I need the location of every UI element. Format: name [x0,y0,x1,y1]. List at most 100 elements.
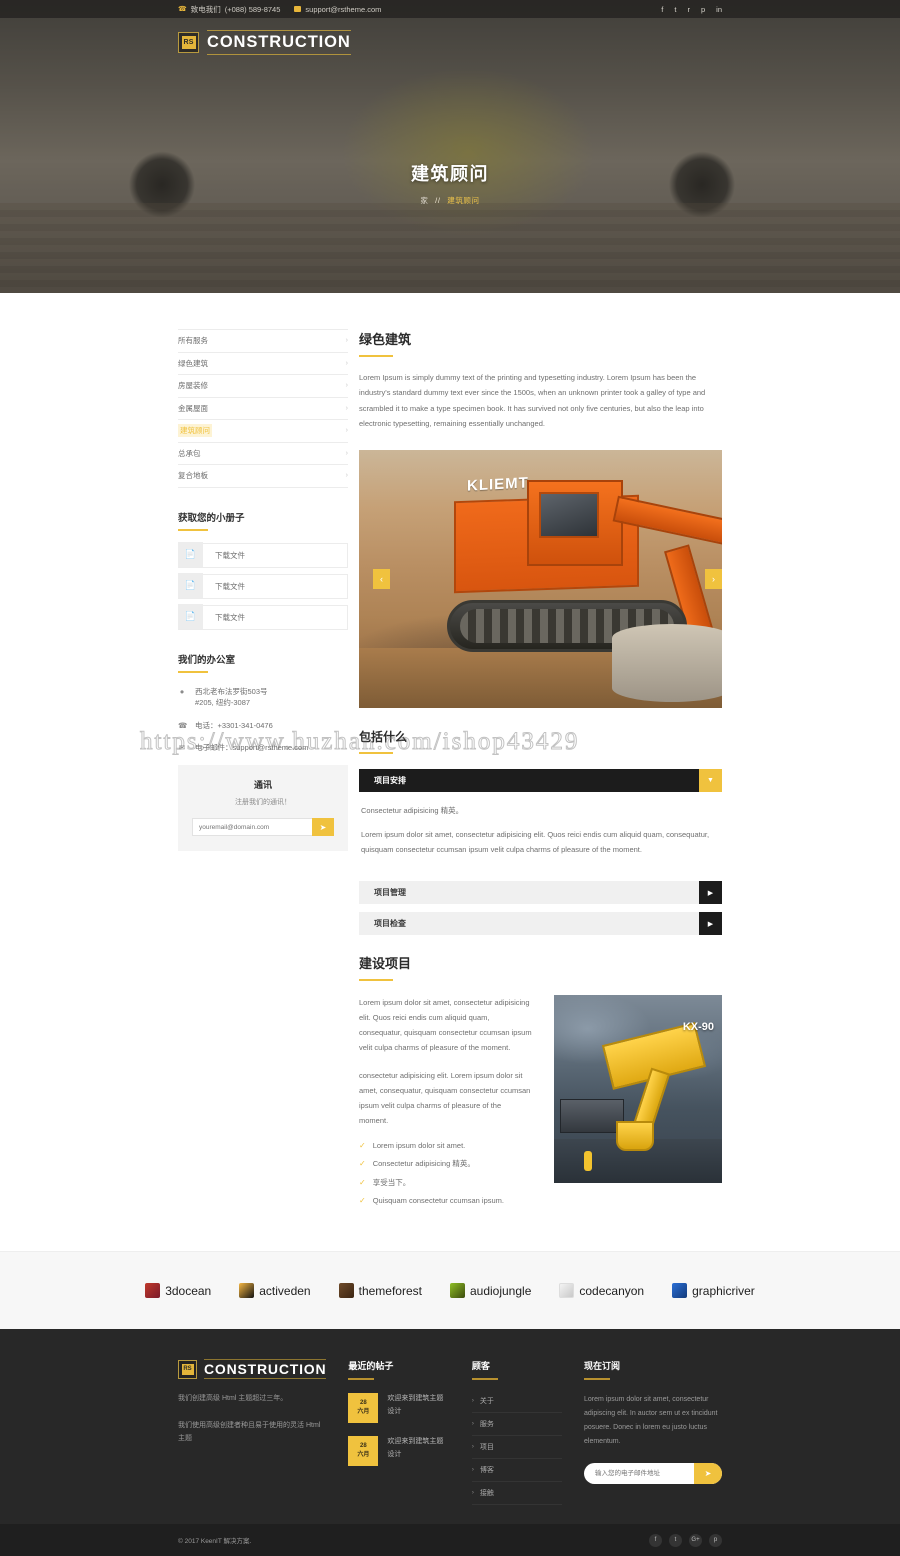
slider-next-button[interactable]: › [705,568,722,589]
twitter-icon[interactable]: t [669,1533,682,1547]
breadcrumb-current: 建筑顾问 [447,196,480,205]
brand-logo-activeden[interactable]: activeden [239,1283,311,1299]
office-phone: 电话：+3301-341-0476 [195,720,273,730]
brochure-title-underline [178,528,208,531]
recent-post-item[interactable]: 28 六月 欢迎来到建筑主题设计 [348,1393,449,1424]
slider-prev-button[interactable]: ‹ [373,568,390,589]
accordion-header[interactable]: 项目安排 ▼ [359,768,722,792]
brand-logo-graphicriver[interactable]: graphicriver [672,1283,755,1299]
sidebar-item-green-building[interactable]: 绿色建筑 › [178,353,348,375]
facebook-icon[interactable]: f [661,5,663,14]
footer-link-about[interactable]: › 关于 [471,1390,562,1414]
accordion-header[interactable]: 项目管理 ▶ [359,881,722,905]
brochure-download-list: 📄 下载文件 📄 下载文件 📄 下载文件 [178,542,348,630]
download-item[interactable]: 📄 下载文件 [178,573,348,599]
slider-image-excavator: KLIEMT [359,449,722,708]
post-month: 六月 [357,1409,370,1416]
sidebar-item-laminate-flooring[interactable]: 复合地板 › [178,465,348,488]
footer-link-label: 关于 [479,1398,494,1406]
facebook-icon[interactable]: f [649,1533,662,1547]
download-item[interactable]: 📄 下载文件 [178,542,348,568]
brand-logo-3docean[interactable]: 3docean [145,1283,211,1299]
footer-subscribe-text: Lorem ipsum dolor sit amet, consectetur … [584,1396,718,1446]
email-contact[interactable]: support@rstheme.com [294,5,381,14]
logo-wordmark: CONSTRUCTION [207,30,351,55]
top-bar: ☎ 致电我们 (+088) 589-8745 support@rstheme.c… [0,0,900,18]
copyright-social-links: f t G+ p [649,1533,722,1547]
accordion-header[interactable]: 项目检查 ▶ [359,912,722,936]
brand-logo-audiojungle[interactable]: audiojungle [449,1283,531,1299]
post-date-badge: 28 六月 [348,1393,379,1424]
accordion: 项目安排 ▼ Consectetur adipisicing 精英。 Lorem… [359,768,722,936]
post-month: 六月 [357,1452,370,1459]
checklist-item: ✓ Quisquam consectetur ccumsan ipsum. [359,1196,532,1205]
worker-figure [584,1151,592,1172]
newsletter-subtitle: 注册我们的通讯！ [235,799,291,806]
linkedin-icon[interactable]: in [716,5,722,14]
chevron-right-icon[interactable]: ▶ [699,912,722,936]
site-logo[interactable]: RS CONSTRUCTION [178,30,351,55]
footer-links-title-underline [471,1378,498,1381]
download-label: 下载文件 [215,581,245,591]
checklist-item: ✓ Consectetur adipisicing 精英。 [359,1158,532,1169]
rss-icon[interactable]: r [687,5,690,14]
excavator-brand-text: KLIEMT [467,473,529,495]
pinterest-icon[interactable]: p [701,5,705,14]
footer-link-projects[interactable]: › 项目 [471,1436,562,1460]
projects-heading-underline [359,979,393,982]
map-pin-icon: ● [179,686,185,696]
chevron-right-icon: › [471,1490,474,1497]
newsletter-form: ➤ [192,818,334,836]
office-title-underline [178,670,208,673]
footer-link-services[interactable]: › 服务 [471,1413,562,1437]
chevron-down-icon[interactable]: ▼ [699,768,722,792]
newsletter-submit-button[interactable]: ➤ [312,818,334,836]
chevron-right-icon[interactable]: ▶ [699,881,722,905]
envelope-icon: ✉ [178,743,186,753]
footer-recent-posts-column: 最近的帖子 28 六月 欢迎来到建筑主题设计 28 六月 欢迎来到建筑主题设计 [348,1359,449,1505]
sidebar-item-metal-roofing[interactable]: 金属屋面 › [178,398,348,420]
document-icon: 📄 [178,573,203,598]
download-item[interactable]: 📄 下载文件 [178,604,348,630]
newsletter-email-input[interactable] [192,818,312,836]
footer-link-contact[interactable]: › 接触 [471,1482,562,1506]
site-header: ☎ 致电我们 (+088) 589-8745 support@rstheme.c… [0,0,900,293]
projects-text-column: Lorem ipsum dolor sit amet, consectetur … [359,995,532,1213]
sidebar-item-label: 所有服务 [178,336,208,346]
main-content-area: 所有服务 › 绿色建筑 › 房屋装修 › 金属屋面 › 建筑顾问 › 总承包 ›… [0,293,900,1213]
sidebar-item-home-renovation[interactable]: 房屋装修 › [178,375,348,398]
post-day: 28 [360,1400,367,1407]
footer-subscribe-column: 现在订阅 Lorem ipsum dolor sit amet, consect… [584,1359,722,1505]
document-icon: 📄 [178,604,203,629]
brand-logo-themeforest[interactable]: themeforest [338,1283,422,1299]
brand-logo-codecanyon[interactable]: codecanyon [559,1283,644,1299]
image-slider[interactable]: KLIEMT ‹ › [359,449,722,708]
footer-logo[interactable]: RS CONSTRUCTION [178,1359,327,1380]
google-plus-icon[interactable]: G+ [689,1533,702,1547]
phone-contact[interactable]: ☎ 致电我们 (+088) 589-8745 [178,4,280,15]
sidebar-item-all-services[interactable]: 所有服务 › [178,330,348,353]
sidebar-item-general-contracting[interactable]: 总承包 › [178,443,348,465]
breadcrumb-home[interactable]: 家 [420,196,428,205]
twitter-icon[interactable]: t [674,5,676,14]
logo-wordmark: CONSTRUCTION [204,1359,327,1380]
office-address: 西北老布法罗街503号 #205, 纽约-3087 [195,686,268,709]
footer-about-column: RS CONSTRUCTION 我们创建高级 Html 主题超过三年。 我们使用… [178,1359,327,1505]
pinterest-icon[interactable]: p [709,1533,722,1547]
article-content: 绿色建筑 Lorem Ipsum is simply dummy text of… [348,329,722,1213]
top-bar-social-links: f t r p in [661,5,722,14]
footer-email-input[interactable] [584,1463,694,1485]
projects-checklist: ✓ Lorem ipsum dolor sit amet. ✓ Consecte… [359,1141,532,1205]
footer-posts-title: 最近的帖子 [348,1361,394,1372]
recent-post-item[interactable]: 28 六月 欢迎来到建筑主题设计 [348,1436,449,1467]
footer-link-blog[interactable]: › 博客 [471,1459,562,1483]
footer-links-title: 顾客 [471,1361,490,1372]
footer-subscribe-button[interactable]: ➤ [694,1463,722,1485]
footer-link-label: 服务 [479,1421,494,1429]
checklist-item: ✓ Lorem ipsum dolor sit amet. [359,1141,532,1150]
page-title: 建筑顾问 [411,164,489,184]
download-label: 下载文件 [215,550,245,560]
content-heading-underline [359,355,393,357]
sidebar-item-construction-consultant[interactable]: 建筑顾问 › [178,420,348,443]
footer-subscribe-title-underline [584,1378,610,1381]
